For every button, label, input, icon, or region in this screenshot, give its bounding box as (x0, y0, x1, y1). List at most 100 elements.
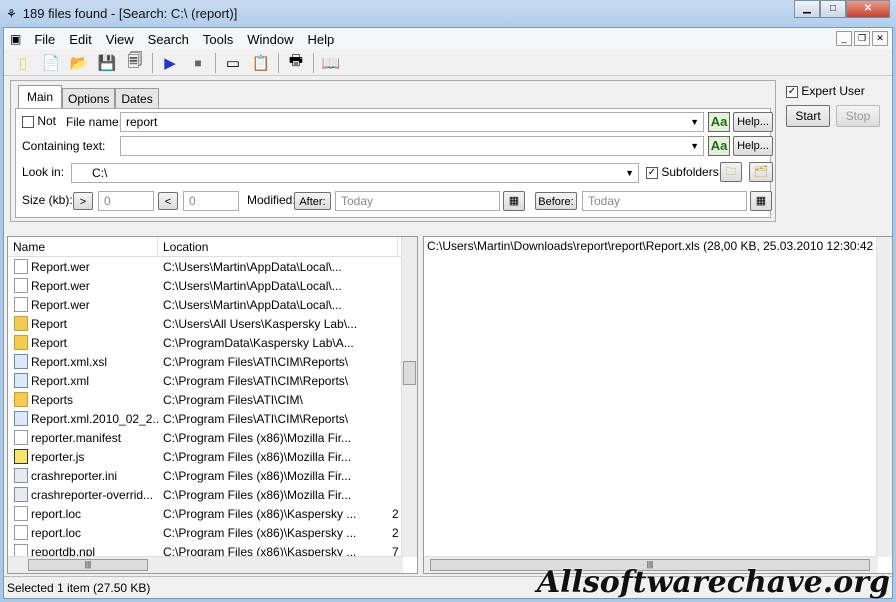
dropdown-arrow-icon[interactable]: ▼ (625, 166, 634, 180)
table-row[interactable]: reporter.js C:\Program Files (x86)\Mozill… (8, 447, 417, 466)
table-row[interactable]: crashreporter.ini C:\Program Files (x86)\… (8, 466, 417, 485)
after-button[interactable]: After: (294, 192, 331, 210)
maximize-button[interactable]: □ (820, 0, 846, 18)
after-date-input[interactable]: Today (335, 191, 500, 211)
file-location: C:\Users\All Users\Kaspersky Lab\... (163, 316, 358, 331)
size-greater-button[interactable]: > (73, 192, 93, 210)
file-location: C:\Program Files\ATI\CIM\Reports\ (163, 411, 349, 426)
after-calendar-icon[interactable]: ▦ (503, 191, 525, 211)
table-row[interactable]: Report.xml.2010_02_2... C:\Program Files\… (8, 409, 417, 428)
stop-button[interactable]: Stop (836, 105, 880, 127)
title-bar: ⚘ 189 files found - [Search: C:\ (report… (0, 0, 896, 27)
menu-help[interactable]: Help (300, 32, 341, 47)
tab-dates[interactable]: Dates (115, 88, 159, 110)
table-row[interactable]: report.loc C:\Program Files (x86)\Kaspers… (8, 523, 417, 542)
table-row[interactable]: Report.xml.xsl C:\Program Files\ATI\CIM\R… (8, 352, 417, 371)
size-min-input[interactable]: 0 (98, 191, 154, 211)
size-less-button[interactable]: < (158, 192, 178, 210)
containing-text-input[interactable]: ▼ (120, 136, 704, 156)
properties-icon[interactable]: 📋 (250, 53, 272, 73)
preview-vertical-scrollbar[interactable] (876, 237, 892, 557)
file-name-help-button[interactable]: Help... (733, 112, 773, 132)
horizontal-scrollbar[interactable]: ||| (8, 556, 403, 573)
browse-folder-icon[interactable]: 🗀 (720, 162, 742, 182)
table-row[interactable]: Reports C:\Program Files\ATI\CIM\ (8, 390, 417, 409)
containing-case-button[interactable]: Aa (708, 136, 730, 156)
containing-help-button[interactable]: Help... (733, 136, 773, 156)
scroll-thumb[interactable] (403, 361, 416, 385)
containing-text-label: Containing text: (22, 139, 106, 153)
close-button[interactable]: ✕ (846, 0, 890, 18)
table-row[interactable]: Report.xml C:\Program Files\ATI\CIM\Repor… (8, 371, 417, 390)
app-icon: ⚘ (6, 6, 17, 21)
file-name: Reports (31, 392, 74, 407)
table-row[interactable]: Report.wer C:\Users\Martin\AppData\Local\… (8, 295, 417, 314)
start-button[interactable]: Start (786, 105, 830, 127)
mdi-minimize-button[interactable]: _ (836, 31, 852, 46)
before-date-input[interactable]: Today (582, 191, 747, 211)
open-icon[interactable]: 📂 (68, 53, 90, 73)
window-icon[interactable]: ▭ (222, 53, 244, 73)
document-icon[interactable]: ▣ (10, 32, 21, 46)
toolbar-separator (215, 52, 216, 73)
vertical-scrollbar[interactable] (401, 237, 417, 557)
before-button[interactable]: Before: (535, 192, 577, 210)
file-location: C:\Program Files (x86)\Kaspersky ... (163, 506, 357, 521)
file-location: C:\Program Files (x86)\Mozilla Fir... (163, 468, 352, 483)
not-checkbox[interactable]: Not (22, 114, 56, 128)
subfolders-checkbox[interactable]: ✓ Subfolders (646, 165, 719, 179)
file-name-input[interactable]: report ▼ (120, 112, 704, 132)
table-row[interactable]: Report.wer C:\Users\Martin\AppData\Local\… (8, 257, 417, 276)
column-header-name[interactable]: Name (8, 237, 158, 256)
file-icon (14, 430, 28, 445)
file-name: reporter.manifest (31, 430, 122, 445)
table-row[interactable]: Report.wer C:\Users\Martin\AppData\Local\… (8, 276, 417, 295)
dropdown-arrow-icon[interactable]: ▼ (690, 139, 699, 153)
save-icon[interactable]: 💾 (96, 53, 118, 73)
new-icon[interactable]: ▯ (12, 53, 34, 73)
mdi-restore-button[interactable]: ❐ (854, 31, 870, 46)
size-max-input[interactable]: 0 (183, 191, 239, 211)
xml-icon (14, 354, 28, 369)
save-as-icon[interactable]: 🗐 (124, 52, 146, 73)
start-icon[interactable]: ▶ (159, 53, 181, 73)
file-name: Report.xml (31, 373, 90, 388)
file-name: Report (31, 316, 68, 331)
menu-file[interactable]: File (27, 32, 62, 47)
table-row[interactable]: Report C:\ProgramData\Kaspersky Lab\A... (8, 333, 417, 352)
table-row[interactable]: report.loc C:\Program Files (x86)\Kaspers… (8, 504, 417, 523)
file-name: crashreporter-overrid... (31, 487, 154, 502)
modified-label: Modified: (247, 193, 296, 207)
new-from-template-icon[interactable]: 📄 (40, 53, 62, 73)
menu-edit[interactable]: Edit (62, 32, 98, 47)
menu-window[interactable]: Window (240, 32, 300, 47)
file-icon (14, 525, 28, 540)
stop-icon[interactable]: ■ (187, 53, 209, 73)
file-icon (14, 259, 28, 274)
table-row[interactable]: Report C:\Users\All Users\Kaspersky Lab\.… (8, 314, 417, 333)
look-in-label: Look in: (22, 165, 65, 179)
file-location: C:\Users\Martin\AppData\Local\... (163, 278, 342, 293)
minimize-button[interactable]: ▁ (794, 0, 820, 18)
file-name: Report.wer (31, 297, 90, 312)
mdi-close-button[interactable]: ✕ (872, 31, 888, 46)
help-book-icon[interactable]: 📖 (320, 53, 342, 73)
dropdown-arrow-icon[interactable]: ▼ (690, 115, 699, 129)
multi-folder-icon[interactable]: 🗂 (749, 162, 773, 182)
expert-user-checkbox[interactable]: ✓ Expert User (786, 84, 865, 98)
h-scroll-thumb[interactable]: ||| (28, 559, 148, 571)
before-calendar-icon[interactable]: ▦ (750, 191, 772, 211)
case-sensitive-button[interactable]: Aa (708, 112, 730, 132)
file-name: reporter.js (31, 449, 85, 464)
column-header-location[interactable]: Location (158, 237, 398, 256)
menu-tools[interactable]: Tools (196, 32, 240, 47)
toolbar-separator (278, 52, 279, 73)
table-row[interactable]: reporter.manifest C:\Program Files (x86)\… (8, 428, 417, 447)
print-icon[interactable]: 🖶 (285, 52, 307, 73)
tab-options[interactable]: Options (62, 88, 116, 110)
table-row[interactable]: crashreporter-overrid... C:\Program Files… (8, 485, 417, 504)
menu-view[interactable]: View (99, 32, 141, 47)
tab-main[interactable]: Main (18, 85, 63, 110)
look-in-input[interactable]: C:\ ▼ (71, 163, 639, 183)
menu-search[interactable]: Search (141, 32, 196, 47)
